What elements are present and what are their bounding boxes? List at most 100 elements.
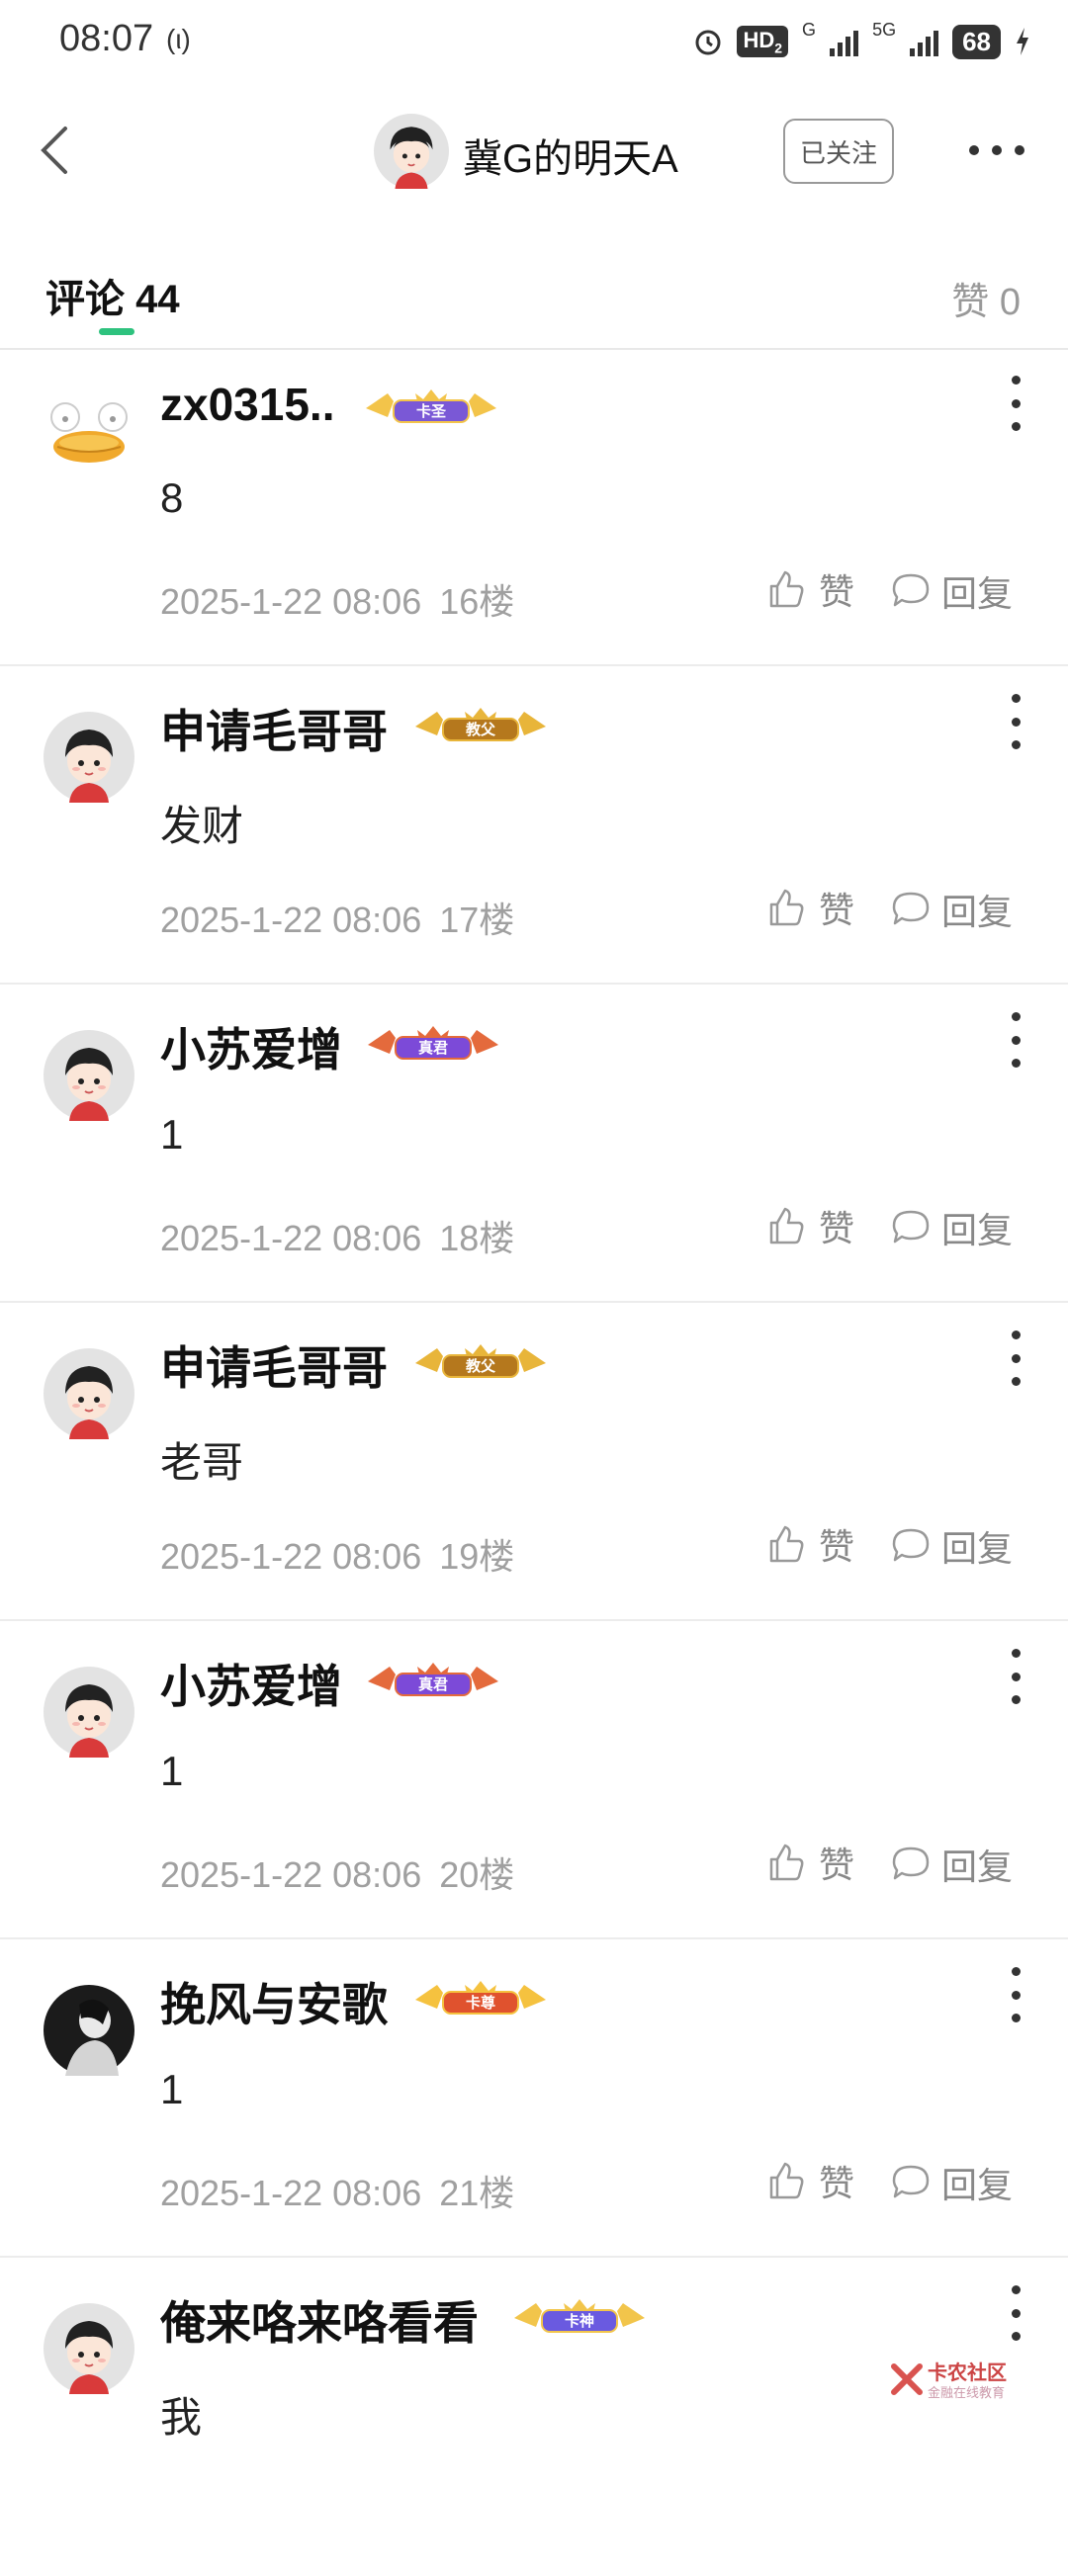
call-indicator-icon: (ι) (166, 24, 191, 54)
thumbs-up-icon (769, 889, 804, 926)
comment-date: 2025-1-22 08:06 (160, 1854, 422, 1895)
charging-icon (1017, 28, 1028, 55)
comment-text: 1 (160, 2066, 184, 2112)
more-horizontal-icon[interactable] (969, 130, 1024, 170)
comment-meta: 2025-1-22 08:06 20楼 (160, 1846, 514, 1898)
thumbs-up-icon (769, 1525, 804, 1563)
user-rank-badge: 卡圣 (366, 389, 496, 423)
page-header: 冀G的明天A 已关注 (0, 109, 1068, 198)
tab-comments[interactable]: 评论 44 (45, 267, 180, 324)
comment-item[interactable]: 挽风与安歌 卡尊 1 2025-1-22 08:06 21楼 赞 回复 (0, 1939, 1068, 2258)
more-vertical-icon[interactable] (999, 376, 1032, 431)
comment-author[interactable]: zx0315.. (160, 378, 334, 431)
reply-button[interactable]: 回复 (890, 1839, 1013, 1890)
comment-floor: 20楼 (439, 1854, 515, 1895)
kanong-logo-icon (891, 2363, 923, 2395)
comment-date: 2025-1-22 08:06 (160, 900, 422, 940)
comment-text: 我 (160, 2394, 203, 2441)
user-rank-badge: 卡神 (514, 2299, 645, 2333)
user-rank-badge: 真君 (368, 1663, 498, 1696)
reply-button[interactable]: 回复 (890, 884, 1013, 935)
avatar[interactable] (44, 393, 134, 484)
reply-button[interactable]: 回复 (890, 565, 1013, 617)
comment-text: 老哥 (160, 1439, 244, 1486)
more-vertical-icon[interactable] (999, 694, 1032, 749)
avatar[interactable] (44, 712, 134, 803)
comment-author[interactable]: 小苏爱增 (160, 1014, 342, 1079)
reply-label: 回复 (941, 1528, 1014, 1569)
reply-button[interactable]: 回复 (890, 1520, 1013, 1572)
avatar[interactable] (44, 1030, 134, 1121)
more-vertical-icon[interactable] (999, 1967, 1032, 2022)
like-label: 赞 (819, 1208, 855, 1248)
svg-text:卡圣: 卡圣 (416, 402, 447, 420)
battery-icon: 68 (952, 24, 1001, 59)
comment-author[interactable]: 申请毛哥哥 (160, 1332, 388, 1398)
comment-item[interactable]: 俺来咯来咯看看 卡神我 (0, 2258, 1068, 2576)
comment-item[interactable]: zx0315.. 卡圣 8 2025-1-22 08:06 16楼 赞 回复 (0, 348, 1068, 666)
comment-text: 1 (160, 1748, 184, 1794)
status-time: 08:07 (59, 18, 154, 59)
like-button[interactable]: 赞 (765, 1837, 854, 1888)
like-button[interactable]: 赞 (765, 2155, 854, 2206)
comment-author[interactable]: 俺来咯来咯看看 (160, 2287, 479, 2353)
comment-author[interactable]: 小苏爱增 (160, 1651, 342, 1716)
comment-text: 发财 (160, 803, 244, 849)
comment-meta: 2025-1-22 08:06 19楼 (160, 1528, 514, 1580)
thumbs-up-icon (769, 1207, 804, 1245)
comment-text: 1 (160, 1111, 184, 1158)
like-button[interactable]: 赞 (765, 563, 854, 615)
comment-date: 2025-1-22 08:06 (160, 1218, 422, 1258)
watermark-subtitle: 金融在线教育 (928, 2385, 1006, 2400)
comment-author[interactable]: 挽风与安歌 (160, 1969, 388, 2034)
comment-meta: 2025-1-22 08:06 21楼 (160, 2165, 514, 2216)
tab-active-indicator (99, 328, 134, 335)
more-vertical-icon[interactable] (999, 1649, 1032, 1704)
comment-item[interactable]: 小苏爱增 真君 1 2025-1-22 08:06 18楼 赞 回复 (0, 985, 1068, 1303)
comment-floor: 21楼 (439, 2173, 515, 2213)
comment-floor: 18楼 (439, 1218, 515, 1258)
reply-button[interactable]: 回复 (890, 1202, 1013, 1253)
thumbs-up-icon (769, 1844, 804, 1881)
like-button[interactable]: 赞 (765, 1518, 854, 1570)
more-vertical-icon[interactable] (999, 1012, 1032, 1068)
svg-text:卡神: 卡神 (565, 2312, 594, 2330)
watermark-logo: 卡农社区 金融在线教育 (890, 2357, 1019, 2406)
tab-likes[interactable]: 赞 0 (951, 271, 1021, 325)
comment-bubble-icon (892, 1846, 930, 1880)
more-vertical-icon[interactable] (999, 1331, 1032, 1386)
avatar[interactable] (44, 1348, 134, 1439)
reply-button[interactable]: 回复 (890, 2157, 1013, 2208)
avatar[interactable] (44, 1985, 134, 2076)
hd-badge: HD2 (737, 25, 789, 58)
avatar[interactable] (374, 114, 449, 189)
like-button[interactable]: 赞 (765, 1200, 854, 1251)
user-rank-badge: 教父 (415, 708, 546, 741)
thumbs-up-icon (769, 2162, 804, 2199)
comment-floor: 17楼 (439, 900, 515, 940)
svg-text:教父: 教父 (465, 721, 496, 738)
avatar[interactable] (44, 2303, 134, 2394)
svg-text:真君: 真君 (418, 1675, 448, 1693)
comment-bubble-icon (892, 2165, 930, 2198)
follow-button[interactable]: 已关注 (783, 119, 894, 184)
avatar[interactable] (44, 1667, 134, 1758)
like-label: 赞 (819, 1845, 855, 1885)
comment-author[interactable]: 申请毛哥哥 (160, 696, 388, 761)
reply-label: 回复 (941, 1846, 1014, 1887)
comment-item[interactable]: 小苏爱增 真君 1 2025-1-22 08:06 20楼 赞 回复 (0, 1621, 1068, 1939)
network-5g-label: 5G (872, 20, 897, 40)
reply-label: 回复 (941, 1210, 1014, 1250)
svg-text:真君: 真君 (418, 1039, 448, 1057)
user-rank-badge: 真君 (368, 1026, 498, 1060)
comment-item[interactable]: 申请毛哥哥 教父发财 2025-1-22 08:06 17楼 赞 回复 (0, 666, 1068, 985)
comment-item[interactable]: 申请毛哥哥 教父老哥 2025-1-22 08:06 19楼 赞 回复 (0, 1303, 1068, 1621)
like-button[interactable]: 赞 (765, 882, 854, 933)
watermark-title: 卡农社区 (928, 2362, 1007, 2384)
like-label: 赞 (819, 1526, 855, 1567)
comment-date: 2025-1-22 08:06 (160, 581, 422, 622)
comment-tabs: 评论 44 赞 0 (0, 257, 1068, 350)
more-vertical-icon[interactable] (999, 2285, 1032, 2341)
svg-text:教父: 教父 (465, 1357, 496, 1375)
chevron-left-icon[interactable] (28, 121, 87, 180)
